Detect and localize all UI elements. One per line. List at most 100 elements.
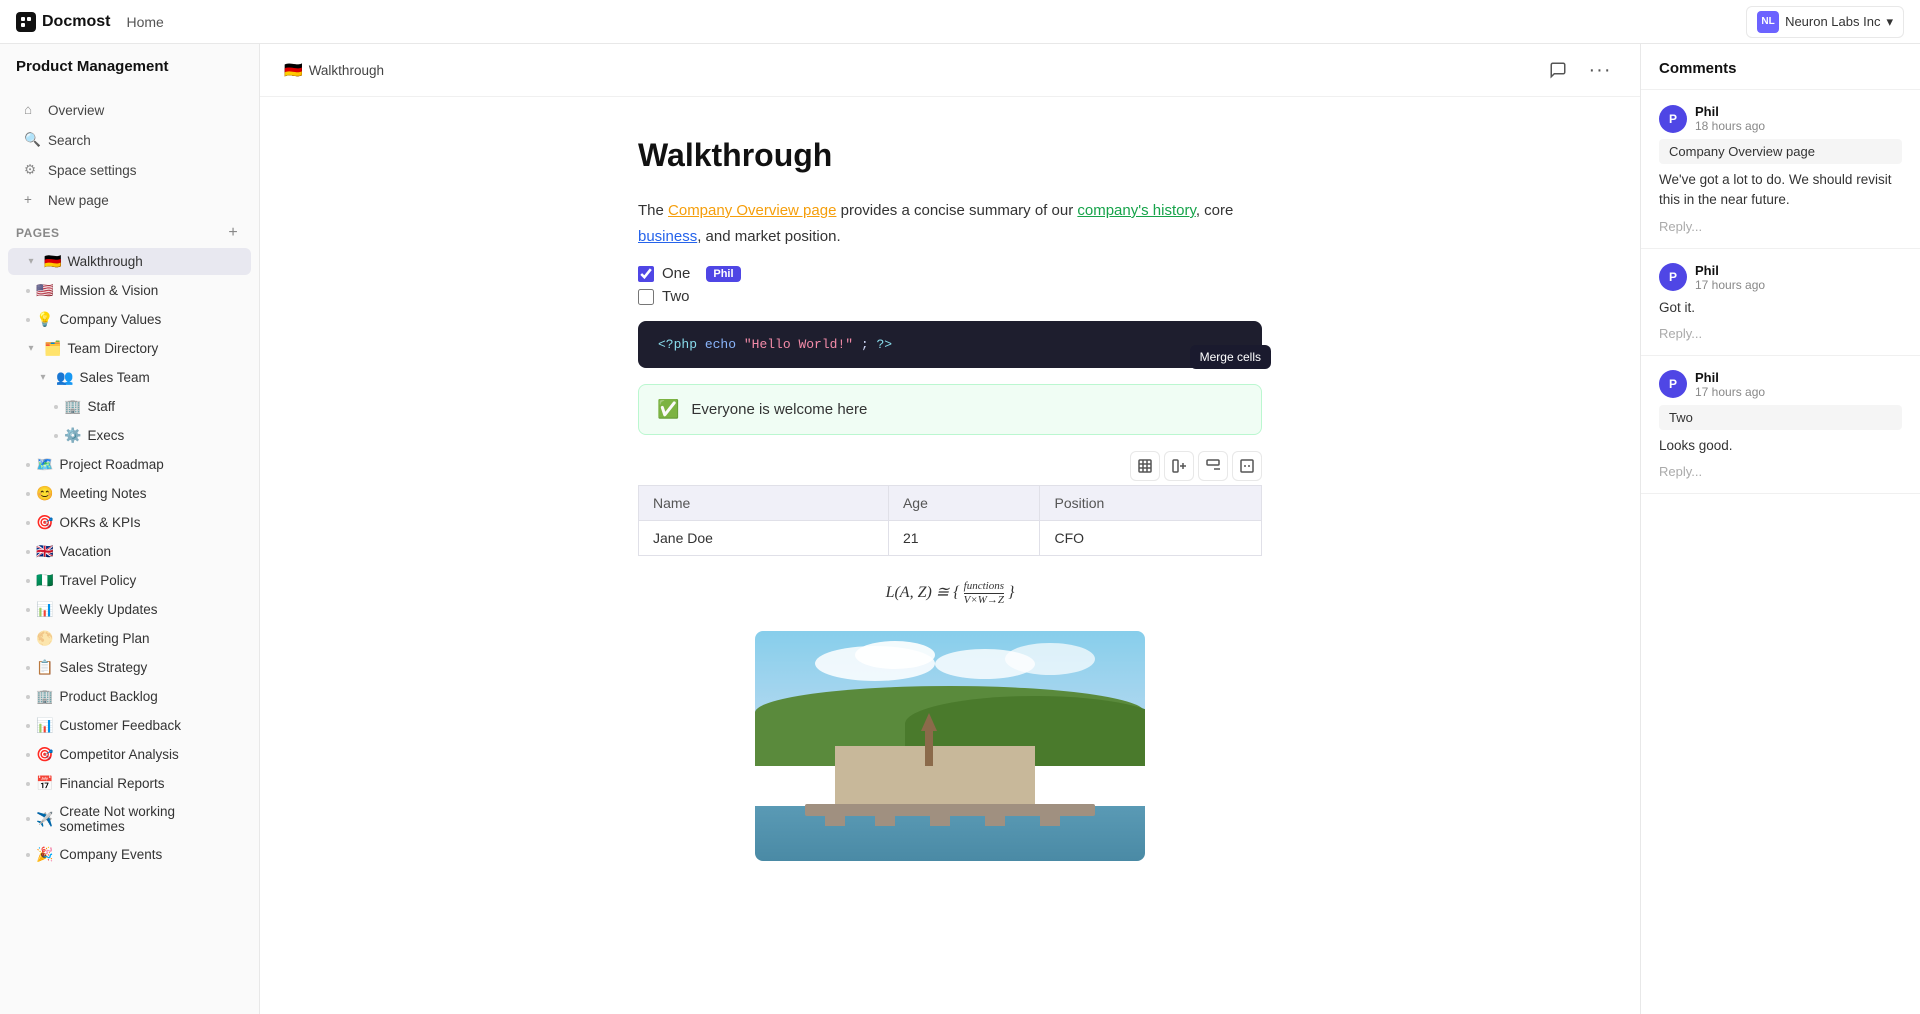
chevron-down-icon: ▾ (24, 342, 38, 356)
sidebar-item-competitor-analysis[interactable]: 🎯 Competitor Analysis (8, 741, 251, 768)
code-normal: ; (861, 337, 877, 352)
comment-icon (1549, 61, 1567, 79)
dot-icon (26, 724, 30, 728)
dot-icon (26, 666, 30, 670)
business-link[interactable]: business (638, 228, 697, 245)
table-tool-grid[interactable] (1130, 451, 1160, 481)
dot-icon (26, 318, 30, 322)
table-header-position: Position (1040, 486, 1262, 521)
comment-author-row-3: P Phil 17 hours ago (1659, 370, 1902, 399)
comment-thread-3: P Phil 17 hours ago Two Looks good. Repl… (1641, 356, 1920, 494)
dot-icon (26, 637, 30, 641)
comments-panel: Comments P Phil 18 hours ago Company Ove… (1640, 44, 1920, 1014)
sidebar-item-overview[interactable]: ⌂ Overview (8, 96, 251, 124)
sidebar-item-staff[interactable]: 🏢 Staff (8, 393, 251, 420)
dot-icon (26, 492, 30, 496)
workspace-avatar: NL (1757, 11, 1779, 33)
comment-avatar-3: P (1659, 370, 1687, 398)
workspace-selector[interactable]: NL Neuron Labs Inc ▾ (1746, 6, 1904, 38)
sidebar-item-product-backlog[interactable]: 🏢 Product Backlog (8, 683, 251, 710)
home-icon: ⌂ (24, 102, 40, 118)
checklist: One Phil Two (638, 265, 1262, 305)
sidebar-item-travel-policy[interactable]: 🇳🇬 Travel Policy (8, 567, 251, 594)
church-spire-top (921, 713, 937, 731)
sidebar-item-space-settings[interactable]: ⚙ Space settings (8, 156, 251, 184)
table-tool-row-del[interactable] (1198, 451, 1228, 481)
company-overview-link[interactable]: Company Overview page (668, 202, 836, 219)
sidebar-item-okrs-kpis[interactable]: 🎯 OKRs & KPIs (8, 509, 251, 536)
border-icon (1240, 459, 1254, 473)
add-page-button[interactable]: + (223, 223, 243, 243)
table-header-name: Name (639, 486, 889, 521)
table-header-row: Name Age Position (639, 486, 1262, 521)
code-block: <?php echo "Hello World!" ; ?> (638, 321, 1262, 368)
code-string: "Hello World!" (744, 337, 853, 352)
sidebar-item-team-directory[interactable]: ▾ 🗂️ Team Directory (8, 335, 251, 362)
home-nav[interactable]: Home (126, 14, 163, 30)
comment-reply-1[interactable]: Reply... (1659, 219, 1902, 234)
table-tool-border[interactable] (1232, 451, 1262, 481)
comment-author-row-1: P Phil 18 hours ago (1659, 104, 1902, 133)
plus-icon: + (24, 192, 40, 208)
doc-title: Walkthrough (638, 137, 1262, 174)
table-row: Jane Doe 21 CFO (639, 521, 1262, 556)
chevron-down-icon: ▾ (1886, 14, 1893, 30)
sidebar-item-customer-feedback[interactable]: 📊 Customer Feedback (8, 712, 251, 739)
sidebar-item-company-events[interactable]: 🎉 Company Events (8, 841, 251, 868)
table-tool-col-add[interactable] (1164, 451, 1194, 481)
company-history-link[interactable]: company's history (1077, 202, 1195, 219)
code-tag-open: <?php (658, 337, 697, 352)
bridge-arch-4 (985, 804, 1005, 826)
sidebar-item-walkthrough[interactable]: ▾ 🇩🇪 Walkthrough (8, 248, 251, 275)
dot-icon (26, 695, 30, 699)
row-del-icon (1206, 459, 1220, 473)
comment-avatar-1: P (1659, 105, 1687, 133)
sidebar-item-sales-team[interactable]: ▾ 👥 Sales Team (8, 364, 251, 391)
bridge-arch-5 (1040, 804, 1060, 826)
math-formula-text: L(A, Z) ≅ {functionsV×W→Z} (886, 584, 1015, 601)
settings-icon: ⚙ (24, 162, 40, 178)
bridge-arch-2 (875, 804, 895, 826)
comment-author-2: Phil (1695, 263, 1765, 278)
sidebar-item-financial-reports[interactable]: 📅 Financial Reports (8, 770, 251, 797)
dot-icon (26, 782, 30, 786)
code-keyword: echo (705, 337, 744, 352)
sidebar-item-company-values[interactable]: 💡 Company Values (8, 306, 251, 333)
breadcrumb-title: Walkthrough (309, 63, 384, 78)
comment-reply-3[interactable]: Reply... (1659, 464, 1902, 479)
sidebar-item-project-roadmap[interactable]: 🗺️ Project Roadmap (8, 451, 251, 478)
comment-reply-2[interactable]: Reply... (1659, 326, 1902, 341)
sidebar-item-new-page[interactable]: + New page (8, 186, 251, 214)
city-image (755, 631, 1145, 861)
content-area: 🇩🇪 Walkthrough ··· Walkthrough The Compa… (260, 44, 1640, 1014)
callout-check-icon: ✅ (657, 399, 679, 420)
sidebar-item-weekly-updates[interactable]: 📊 Weekly Updates (8, 596, 251, 623)
mention-badge-phil: Phil (706, 266, 740, 282)
math-formula: L(A, Z) ≅ {functionsV×W→Z} (638, 580, 1262, 607)
comment-time-1: 18 hours ago (1695, 119, 1765, 133)
dot-icon (26, 521, 30, 525)
table-toolbar (638, 451, 1262, 481)
sidebar-item-search[interactable]: 🔍 Search (8, 126, 251, 154)
comment-author-3: Phil (1695, 370, 1765, 385)
bridge-arch-1 (825, 804, 845, 826)
sidebar-item-vacation[interactable]: 🇬🇧 Vacation (8, 538, 251, 565)
doc-paragraph: The Company Overview page provides a con… (638, 198, 1262, 249)
image-container (638, 631, 1262, 861)
more-options-button[interactable]: ··· (1584, 54, 1616, 86)
comment-thread-2: P Phil 17 hours ago Got it. Reply... (1641, 249, 1920, 356)
table-cell-name: Jane Doe (639, 521, 889, 556)
breadcrumb-actions: ··· (1542, 54, 1616, 86)
sidebar-item-mission-vision[interactable]: 🇺🇸 Mission & Vision (8, 277, 251, 304)
checkbox-two[interactable] (638, 289, 654, 305)
sidebar-item-execs[interactable]: ⚙️ Execs (8, 422, 251, 449)
sidebar-item-sales-strategy[interactable]: 📋 Sales Strategy (8, 654, 251, 681)
sidebar-item-create-not-working[interactable]: ✈️ Create Not working sometimes (8, 799, 251, 839)
sidebar-item-marketing-plan[interactable]: 🌕 Marketing Plan (8, 625, 251, 652)
code-tag-close: ?> (876, 337, 892, 352)
breadcrumb-emoji: 🇩🇪 (284, 61, 303, 79)
sidebar-item-meeting-notes[interactable]: 😊 Meeting Notes (8, 480, 251, 507)
comment-body-2: Got it. (1659, 298, 1902, 318)
comment-button[interactable] (1542, 54, 1574, 86)
checkbox-one[interactable] (638, 266, 654, 282)
